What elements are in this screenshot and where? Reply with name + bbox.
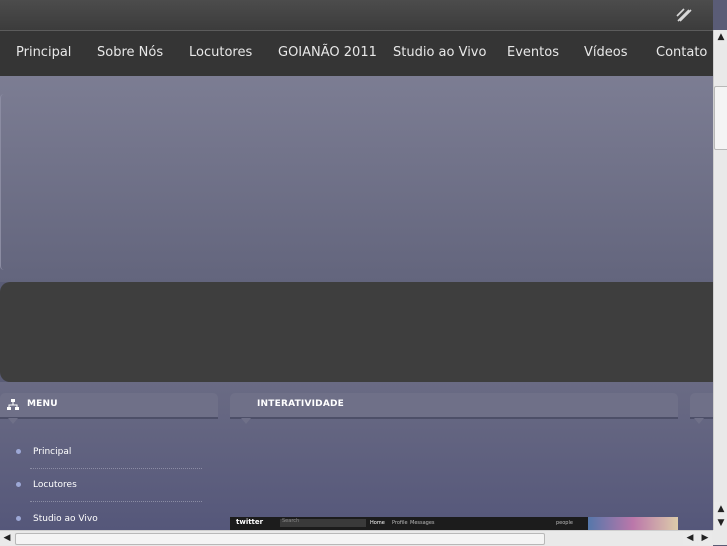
scroll-left-arrow-icon[interactable]: ◀ (0, 532, 14, 545)
twitter-link-profile[interactable]: Profile (392, 520, 408, 526)
horizontal-scroll-thumb[interactable] (15, 533, 545, 545)
nav-principal[interactable]: Principal (16, 45, 71, 60)
nav-studio-ao-vivo[interactable]: Studio ao Vivo (393, 45, 486, 60)
nav-goianao-2011[interactable]: GOIANÃO 2011 (278, 45, 377, 60)
twitter-account[interactable]: people (556, 520, 573, 526)
twitter-search-input[interactable]: Search (280, 518, 366, 527)
side-tab-pointer (694, 418, 704, 424)
side-tab (690, 393, 713, 424)
nav-videos[interactable]: Vídeos (584, 45, 627, 60)
content-area: MENU INTERATIVIDADE Principal Locutores … (0, 382, 713, 530)
bullet-icon (16, 449, 21, 454)
twitter-background-image (588, 517, 678, 530)
sitemap-icon (7, 399, 19, 410)
nav-eventos[interactable]: Eventos (507, 45, 559, 60)
featured-band (0, 282, 713, 382)
vertical-scroll-thumb[interactable] (714, 86, 727, 150)
twitter-link-messages[interactable]: Messages (410, 520, 435, 526)
menu-tab-title: MENU (27, 399, 58, 409)
edit-tool-icon[interactable] (675, 6, 693, 24)
menu-tab-pointer (8, 418, 18, 424)
scroll-up-arrow-icon[interactable]: ▲ (714, 30, 727, 44)
menu-tab: MENU (0, 393, 218, 424)
menu-item-label: Locutores (33, 480, 77, 490)
main-nav: Principal Sobre Nós Locutores GOIANÃO 20… (0, 31, 713, 76)
scrollbar-corner (713, 530, 727, 545)
scroll-down-arrow-icon[interactable]: ▼ (714, 516, 727, 530)
nav-sobre-nos[interactable]: Sobre Nós (97, 45, 163, 60)
twitter-link-home[interactable]: Home (370, 520, 385, 526)
interatividade-tab-title: INTERATIVIDADE (257, 399, 345, 409)
nav-locutores[interactable]: Locutores (189, 45, 252, 60)
interatividade-tab-pointer (241, 418, 251, 424)
twitter-widget: twitter Search Home Profile Messages peo… (230, 517, 678, 530)
menu-item-studio-ao-vivo[interactable]: Studio ao Vivo (16, 514, 98, 524)
menu-divider (30, 501, 202, 502)
scroll-right-arrow-icon[interactable]: ▶ (698, 532, 712, 545)
scroll-left-arrow-icon-right[interactable]: ◀ (683, 532, 697, 545)
menu-item-principal[interactable]: Principal (16, 447, 71, 457)
horizontal-scrollbar[interactable]: ◀ ◀ ▶ (0, 530, 713, 546)
browser-toolbar-strip (0, 0, 713, 31)
menu-item-label: Studio ao Vivo (33, 514, 98, 524)
bullet-icon (16, 482, 21, 487)
twitter-logo: twitter (236, 518, 264, 526)
nav-contato[interactable]: Contato (656, 45, 707, 60)
vertical-scrollbar[interactable]: ▲ ▲ ▼ (713, 30, 727, 530)
hero-banner (0, 76, 713, 282)
interatividade-tab: INTERATIVIDADE (230, 393, 678, 424)
menu-item-locutores[interactable]: Locutores (16, 480, 77, 490)
menu-item-label: Principal (33, 447, 72, 457)
scroll-up-arrow-icon-lower[interactable]: ▲ (714, 502, 727, 516)
menu-divider (30, 468, 202, 469)
banner-frame-edge (0, 94, 5, 270)
bullet-icon (16, 516, 21, 521)
twitter-search-placeholder: Search (282, 518, 300, 524)
